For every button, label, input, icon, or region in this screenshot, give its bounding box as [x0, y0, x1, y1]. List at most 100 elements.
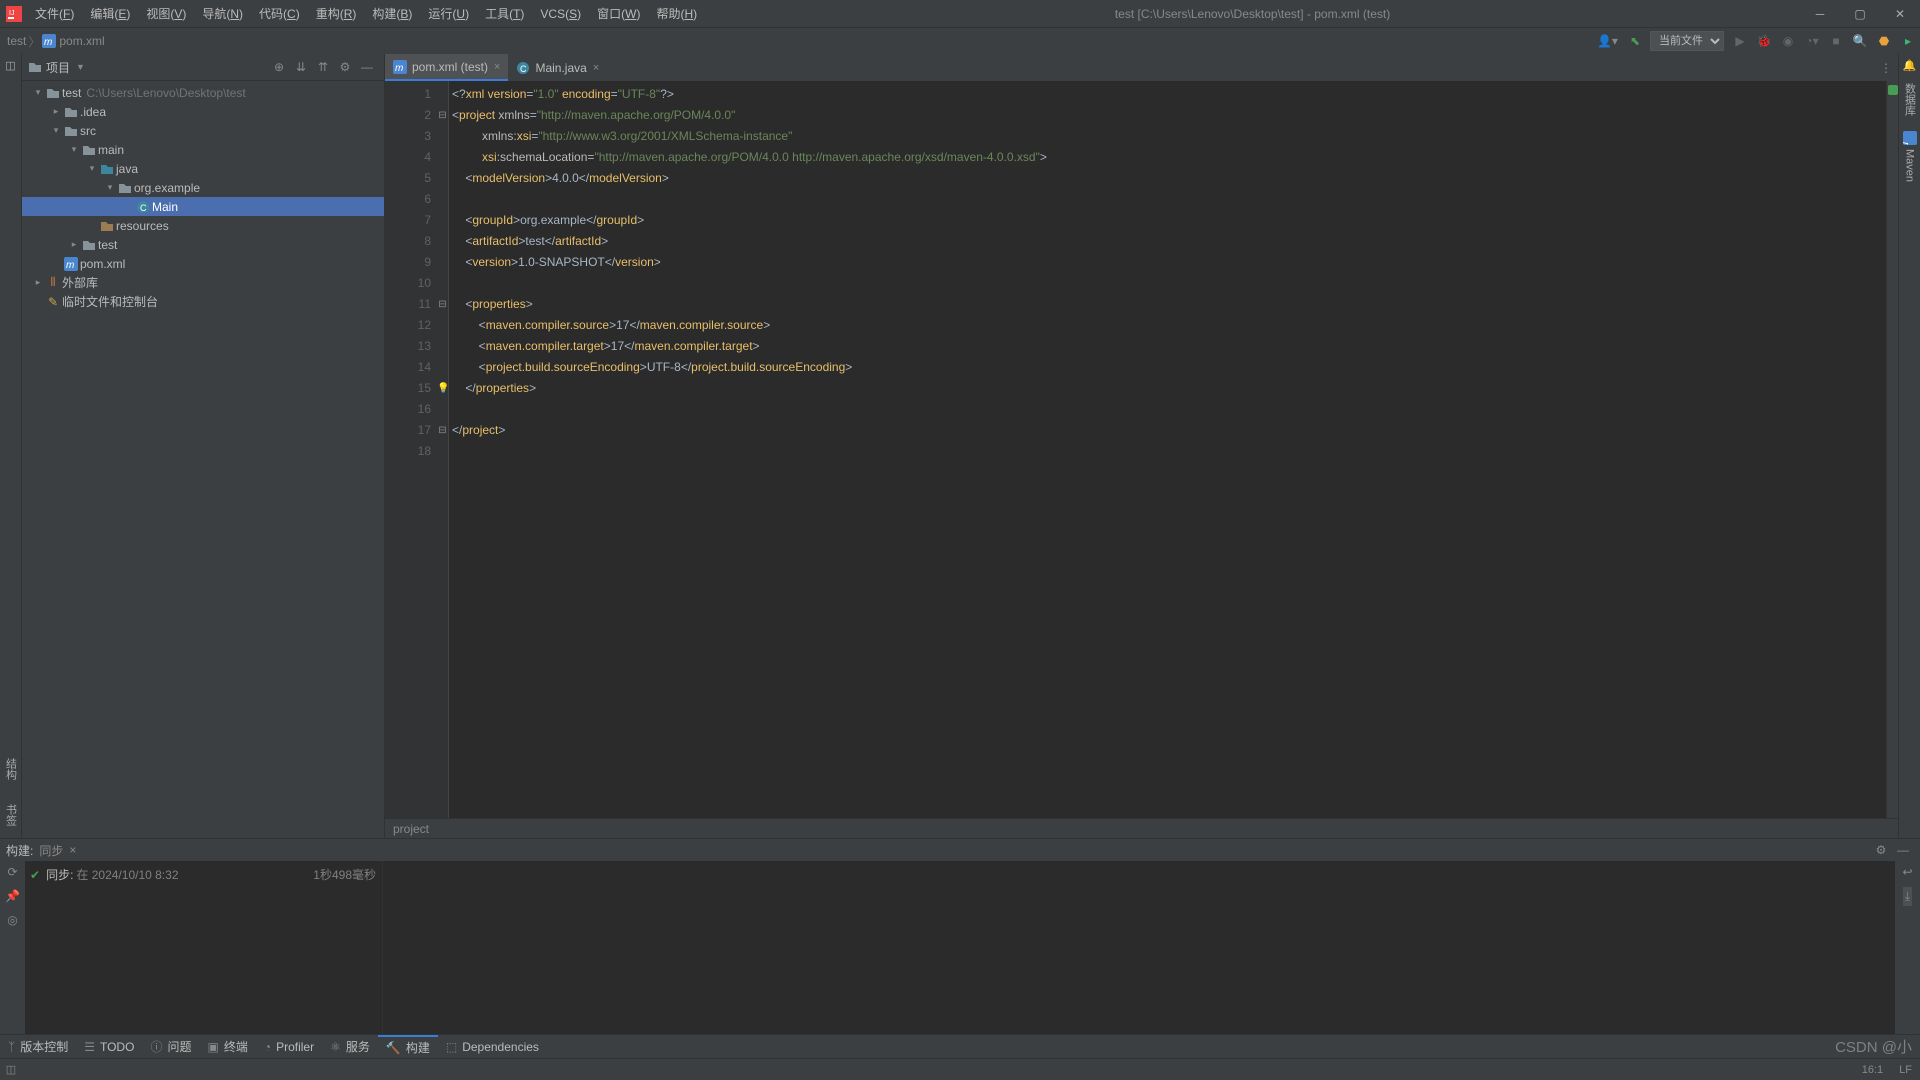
error-stripe[interactable] [1886, 81, 1898, 818]
tool-windows-icon[interactable]: ◫ [0, 1063, 22, 1076]
coverage-button[interactable]: ◉ [1776, 28, 1800, 55]
expand-all-icon[interactable]: ⇊ [290, 60, 312, 74]
tree-node-test[interactable]: ▸test [22, 235, 384, 254]
soft-wrap-icon[interactable]: ↩ [1902, 865, 1912, 879]
svg-text:IJ: IJ [9, 10, 14, 17]
database-tool-button[interactable]: 数据库 [1899, 76, 1920, 122]
scroll-end-icon[interactable]: ⤓ [1903, 887, 1912, 906]
bottom-tool-services[interactable]: ⚛服务 [322, 1035, 378, 1059]
gutter-fold[interactable]: ⊟⊟💡⊟ [437, 81, 449, 818]
code-content[interactable]: <?xml version="1.0" encoding="UTF-8"?><p… [449, 81, 1886, 818]
editor-breadcrumb[interactable]: project [385, 818, 1898, 838]
bottom-tool-vcs[interactable]: ᛉ版本控制 [0, 1035, 76, 1059]
tree-node-临时文件和控制台[interactable]: ✎临时文件和控制台 [22, 292, 384, 311]
svg-text:m: m [1903, 142, 1911, 145]
tree-node-java[interactable]: ▾java [22, 159, 384, 178]
tree-node-test[interactable]: ▾testC:\Users\Lenovo\Desktop\test [22, 83, 384, 102]
tree-node-Main[interactable]: CMain [22, 197, 384, 216]
breadcrumb-file[interactable]: m pom.xml [42, 34, 104, 48]
line-separator[interactable]: LF [1891, 1064, 1920, 1076]
menu-7[interactable]: 运行(U) [420, 7, 477, 21]
user-icon[interactable]: 👤▾ [1591, 28, 1624, 55]
run-config-select[interactable]: 当前文件 [1650, 31, 1724, 51]
tree-node-main[interactable]: ▾main [22, 140, 384, 159]
breadcrumb[interactable]: test 〉 m pom.xml [0, 33, 105, 50]
minimize-button[interactable]: ─ [1800, 0, 1840, 27]
maven-tool-button[interactable]: m Maven [1899, 122, 1920, 192]
select-opened-file-icon[interactable]: ⊕ [268, 60, 290, 74]
project-tree[interactable]: ▾testC:\Users\Lenovo\Desktop\test▸.idea▾… [22, 81, 384, 838]
caret-position[interactable]: 16:1 [1854, 1064, 1891, 1076]
tree-node-pom.xml[interactable]: mpom.xml [22, 254, 384, 273]
pin-icon[interactable]: 📌 [5, 889, 20, 903]
window-title: test [C:\Users\Lenovo\Desktop\test] - po… [705, 7, 1800, 21]
bookmarks-tool-button[interactable]: 书签 [0, 792, 22, 838]
search-everywhere-button[interactable]: 🔍 [1848, 28, 1872, 55]
editor-tabs: mpom.xml (test)×CMain.java× ⋮ [385, 54, 1898, 81]
menu-1[interactable]: 编辑(E) [82, 7, 138, 21]
build-toolbar-left: ⟳ 📌 ◎ [0, 861, 25, 1034]
tree-node-.idea[interactable]: ▸.idea [22, 102, 384, 121]
tree-node-org.example[interactable]: ▾org.example [22, 178, 384, 197]
svg-text:m: m [44, 37, 52, 48]
code-editor[interactable]: 123456789101112131415161718 ⊟⊟💡⊟ <?xml v… [385, 81, 1898, 818]
structure-tool-button[interactable]: 结构 [0, 746, 22, 792]
close-tab-icon[interactable]: × [494, 61, 500, 73]
menu-10[interactable]: 窗口(W) [589, 7, 648, 21]
project-panel-header: 项目 ▼ ⊕ ⇊ ⇈ ⚙ — [22, 54, 384, 81]
menu-3[interactable]: 导航(N) [194, 7, 251, 21]
chevron-down-icon[interactable]: ▼ [76, 62, 85, 72]
tree-node-resources[interactable]: resources [22, 216, 384, 235]
project-tool-button[interactable]: ◫ [0, 54, 22, 76]
close-build-tab-icon[interactable]: × [69, 843, 76, 857]
build-tab[interactable]: 同步 [39, 842, 63, 859]
close-window-button[interactable]: ✕ [1880, 0, 1920, 27]
menu-5[interactable]: 重构(R) [308, 7, 365, 21]
build-toolbar-right: ↩ ⤓ [1895, 861, 1920, 1034]
stop-button[interactable]: ■ [1824, 28, 1848, 55]
menu-4[interactable]: 代码(C) [251, 7, 308, 21]
tabs-more-icon[interactable]: ⋮ [1874, 61, 1898, 75]
breadcrumb-root[interactable]: test [7, 34, 26, 48]
svg-text:m: m [395, 63, 403, 74]
bottom-tool-deps[interactable]: ⬚Dependencies [438, 1035, 547, 1059]
menu-0[interactable]: 文件(F) [27, 7, 82, 21]
tree-node-src[interactable]: ▾src [22, 121, 384, 140]
navigation-bar: test 〉 m pom.xml 👤▾ ⬉ 当前文件 ▶ 🐞 ◉ ◔▾ ■ 🔍 … [0, 27, 1920, 54]
menu-9[interactable]: VCS(S) [532, 7, 589, 21]
hide-panel-icon[interactable]: — [356, 60, 378, 74]
notifications-button[interactable]: 🔔 [1899, 54, 1920, 76]
debug-button[interactable]: 🐞 [1752, 28, 1776, 55]
bottom-tool-todo[interactable]: ☰TODO [76, 1035, 142, 1059]
panel-settings-icon[interactable]: ⚙ [334, 60, 356, 74]
menu-6[interactable]: 构建(B) [364, 7, 420, 21]
bottom-tool-build[interactable]: 🔨构建 [378, 1035, 438, 1059]
build-output[interactable] [383, 861, 1895, 1034]
profile-button[interactable]: ◔▾ [1800, 28, 1824, 55]
filter-icon[interactable]: ◎ [7, 913, 17, 927]
build-settings-icon[interactable]: ⚙ [1870, 843, 1892, 857]
tree-node-外部库[interactable]: ▸⫴外部库 [22, 273, 384, 292]
ide-settings-button[interactable]: ▸ [1896, 28, 1920, 55]
hide-build-panel-icon[interactable]: — [1892, 843, 1914, 857]
bottom-tool-profiler[interactable]: ◔Profiler [256, 1035, 322, 1059]
build-project-button[interactable]: ⬉ [1624, 28, 1646, 55]
build-task-list[interactable]: ✔ 同步: 在 2024/10/10 8:32 1秒498毫秒 [25, 861, 383, 1034]
menu-11[interactable]: 帮助(H) [648, 7, 705, 21]
updates-button[interactable]: ⬣ [1872, 28, 1896, 55]
tab-Main.java[interactable]: CMain.java× [508, 54, 607, 81]
svg-text:m: m [66, 260, 74, 271]
menu-8[interactable]: 工具(T) [477, 7, 532, 21]
collapse-all-icon[interactable]: ⇈ [312, 60, 334, 74]
gutter-line-numbers: 123456789101112131415161718 [385, 81, 437, 818]
left-tool-strip: ◫ 结构 书签 [0, 54, 22, 838]
maximize-button[interactable]: ▢ [1840, 0, 1880, 27]
rerun-icon[interactable]: ⟳ [7, 865, 17, 879]
bottom-tool-terminal[interactable]: ▣终端 [199, 1035, 255, 1059]
run-button[interactable]: ▶ [1728, 28, 1752, 55]
right-tool-strip: 🔔 数据库 m Maven [1898, 54, 1920, 838]
tab-pom.xml (test)[interactable]: mpom.xml (test)× [385, 54, 508, 81]
menu-2[interactable]: 视图(V) [138, 7, 194, 21]
close-tab-icon[interactable]: × [593, 62, 599, 74]
bottom-tool-problems[interactable]: ⓘ问题 [142, 1035, 199, 1059]
